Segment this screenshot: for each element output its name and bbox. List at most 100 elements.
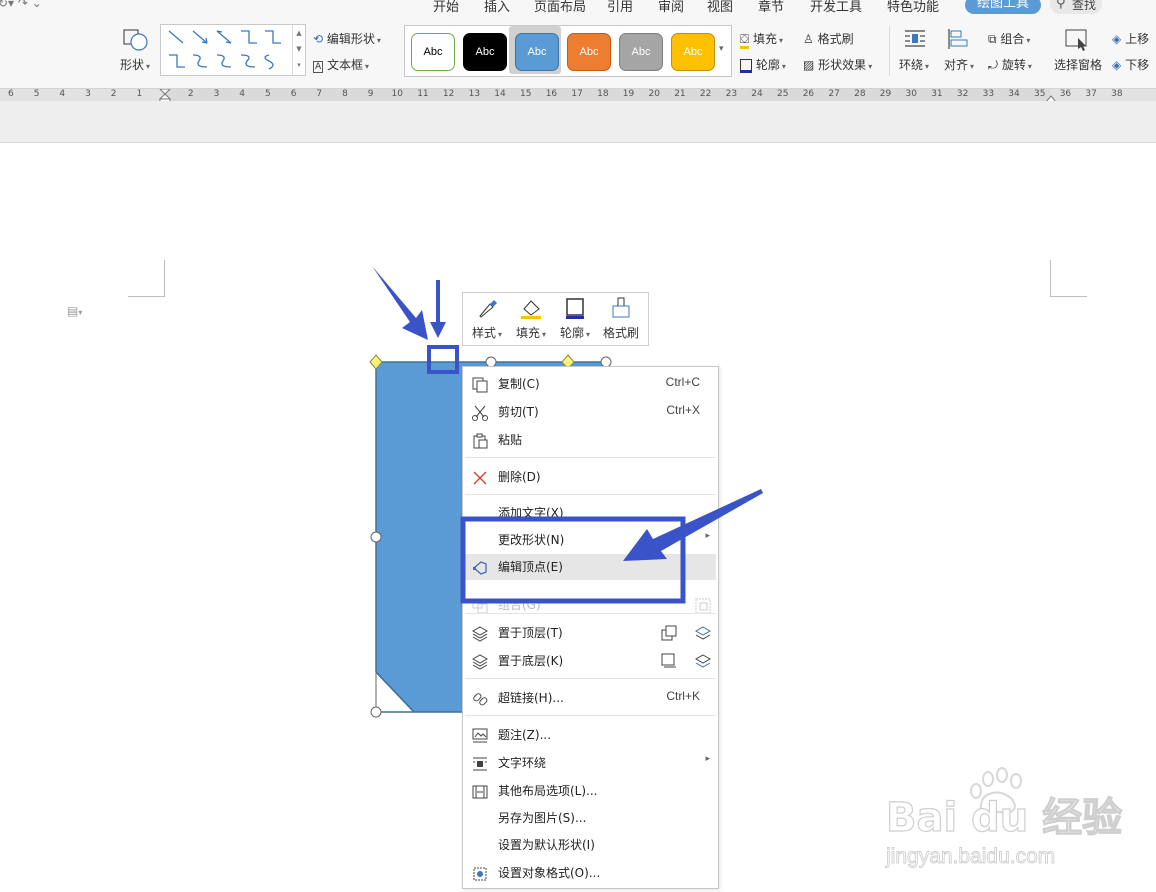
ruler-tick: 3 (85, 89, 91, 99)
menu-separator (465, 457, 716, 458)
redo-icon[interactable]: ↻▾ ↷ ⌄ (0, 0, 42, 10)
menu-separator (465, 613, 716, 614)
style-swatch-2[interactable]: Abc (463, 33, 507, 71)
mini-outline-button[interactable]: 轮廓 ▾ (553, 297, 597, 341)
outline-button[interactable]: 轮廓 ▾ (740, 56, 786, 73)
menu-item-set-default-shape[interactable]: 设置为默认形状(I) (463, 832, 718, 858)
mini-format-painter-label: 格式刷 (602, 326, 639, 340)
shapes-icon[interactable] (122, 28, 150, 52)
align-label: 对齐 (944, 58, 969, 72)
shapes-button[interactable]: 形状 ▾ (120, 56, 150, 73)
resize-handle-bottom-left[interactable] (370, 706, 382, 718)
outline-label: 轮廓 (755, 58, 780, 72)
menu-item-text-wrap[interactable]: 文字环绕 ▸ (463, 750, 718, 776)
menu-cut-label: 剪切(T) (498, 405, 539, 419)
ruler-tick: 19 (622, 89, 635, 99)
format-painter-icon: ♙ (803, 32, 814, 46)
outline-icon (740, 58, 752, 73)
menu-more-layout-label: 其他布局选项(L)... (498, 784, 598, 798)
ruler-tick: 34 (1008, 89, 1020, 99)
wrap-label: 环绕 (899, 58, 924, 72)
paragraph-options-icon[interactable]: ▤▾ (67, 304, 82, 318)
delete-x-icon (473, 471, 487, 485)
style-swatch-4[interactable]: Abc (567, 33, 611, 71)
ruler-tick: 31 (931, 89, 943, 99)
mini-format-painter-button[interactable]: 格式刷 (599, 297, 643, 341)
menu-item-bring-to-front[interactable]: 置于顶层(T) (463, 620, 718, 646)
menu-save-as-picture-label: 另存为图片(S)... (498, 811, 587, 825)
menu-item-format-object[interactable]: 设置对象格式(O)... (463, 860, 718, 886)
edit-shape-button[interactable]: ⟲ 编辑形状 ▾ (313, 30, 381, 47)
style-swatch-3[interactable]: Abc (515, 33, 559, 71)
menu-item-caption[interactable]: 题注(Z)... (463, 722, 718, 748)
watermark-url: jingyan.baidu.com (885, 845, 1055, 868)
bring-forward-button[interactable]: ◈ 上移 (1112, 30, 1149, 47)
mini-style-button[interactable]: 样式 ▾ (465, 297, 509, 341)
selection-pane-icon (1065, 29, 1087, 51)
ruler-tick: 5 (265, 89, 271, 99)
ruler-tick: 28 (854, 89, 866, 99)
horizontal-ruler[interactable]: 6543211234567891011121314151617181920212… (0, 88, 1156, 105)
shape-style-gallery[interactable]: Abc Abc Abc Abc Abc Abc ▾ (404, 25, 732, 77)
menu-item-send-to-back[interactable]: 置于底层(K) (463, 648, 718, 674)
menu-item-hyperlink[interactable]: 超链接(H)... Ctrl+K (463, 685, 718, 711)
gallery-expand-icon[interactable]: ▾ (719, 44, 724, 54)
style-swatch-5[interactable]: Abc (619, 33, 663, 71)
search-box[interactable]: ⚲ 查找 (1050, 0, 1102, 14)
page-margin-corner-left (128, 260, 165, 297)
menu-set-default-label: 设置为默认形状(I) (498, 838, 595, 852)
ruler-tick: 3 (213, 89, 220, 99)
scissors-icon (472, 405, 488, 421)
rotate-button[interactable]: ⤾ 旋转 ▾ (988, 56, 1032, 73)
line-shape-gallery[interactable]: ▲ ▼ ▾ (160, 24, 306, 76)
fill-button[interactable]: ⛋ 填充 ▾ (740, 30, 783, 49)
menu-item-save-as-picture[interactable]: 另存为图片(S)... (463, 805, 718, 831)
tab-references[interactable]: 引用 (607, 0, 633, 15)
format-painter-button[interactable]: ♙ 格式刷 (803, 30, 854, 47)
tab-drawing-tools[interactable]: 绘图工具 (965, 0, 1042, 14)
layers-top-icon (472, 626, 488, 642)
selection-pane-label: 选择窗格 (1054, 58, 1103, 72)
ruler-tick: 30 (905, 89, 917, 99)
group-button[interactable]: ⧉ 组合 ▾ (988, 30, 1030, 47)
fill-bucket-icon: ⛋ (740, 32, 750, 49)
tab-page-layout[interactable]: 页面布局 (534, 0, 586, 15)
bring-front-quick-icon[interactable] (661, 625, 677, 641)
gallery-scroll[interactable]: ▲ ▼ ▾ (292, 25, 305, 75)
wrap-button[interactable]: 环绕 ▾ (899, 56, 929, 73)
ruler-tick: 18 (597, 89, 609, 99)
tab-developer[interactable]: 开发工具 (810, 0, 862, 15)
edit-shape-label: 编辑形状 (326, 32, 375, 46)
ruler-tick: 1 (136, 89, 143, 99)
selection-pane-button[interactable]: 选择窗格 (1054, 56, 1102, 73)
shape-effect-icon: ▨ (803, 58, 815, 72)
send-back-quick-icon[interactable] (661, 653, 677, 669)
tab-view[interactable]: 视图 (707, 0, 733, 15)
send-back-layers-icon[interactable] (695, 653, 711, 669)
ruler-tick: 27 (828, 89, 840, 99)
tab-special-features[interactable]: 特色功能 (887, 0, 939, 15)
textbox-icon: A (313, 61, 324, 73)
layers-up-icon: ◈ (1112, 32, 1122, 46)
ruler-tick: 6 (290, 89, 297, 99)
menu-item-paste[interactable]: 粘贴 (463, 427, 718, 453)
bring-front-layers-icon[interactable] (695, 625, 711, 641)
tab-insert[interactable]: 插入 (484, 0, 510, 15)
layers-bottom-icon (472, 654, 488, 670)
shape-effect-button[interactable]: ▨ 形状效果 ▾ (803, 56, 872, 73)
tab-chapter[interactable]: 章节 (758, 0, 784, 15)
resize-handle-left[interactable] (370, 531, 382, 543)
menu-item-copy[interactable]: 复制(C) Ctrl+C (463, 371, 718, 397)
menu-paste-label: 粘贴 (498, 433, 523, 447)
menu-item-more-layout[interactable]: 其他布局选项(L)... (463, 778, 718, 804)
menu-item-cut[interactable]: 剪切(T) Ctrl+X (463, 399, 718, 425)
rotate-label: 旋转 (1001, 58, 1026, 72)
tab-home[interactable]: 开始 (433, 0, 459, 15)
textbox-button[interactable]: A 文本框 ▾ (313, 56, 369, 73)
mini-fill-button[interactable]: 填充 ▾ (509, 297, 553, 341)
send-backward-button[interactable]: ◈ 下移 (1112, 56, 1149, 73)
style-swatch-1[interactable]: Abc (411, 33, 455, 71)
style-swatch-6[interactable]: Abc (671, 33, 715, 71)
align-button[interactable]: 对齐 ▾ (944, 56, 974, 73)
tab-review[interactable]: 审阅 (658, 0, 684, 15)
